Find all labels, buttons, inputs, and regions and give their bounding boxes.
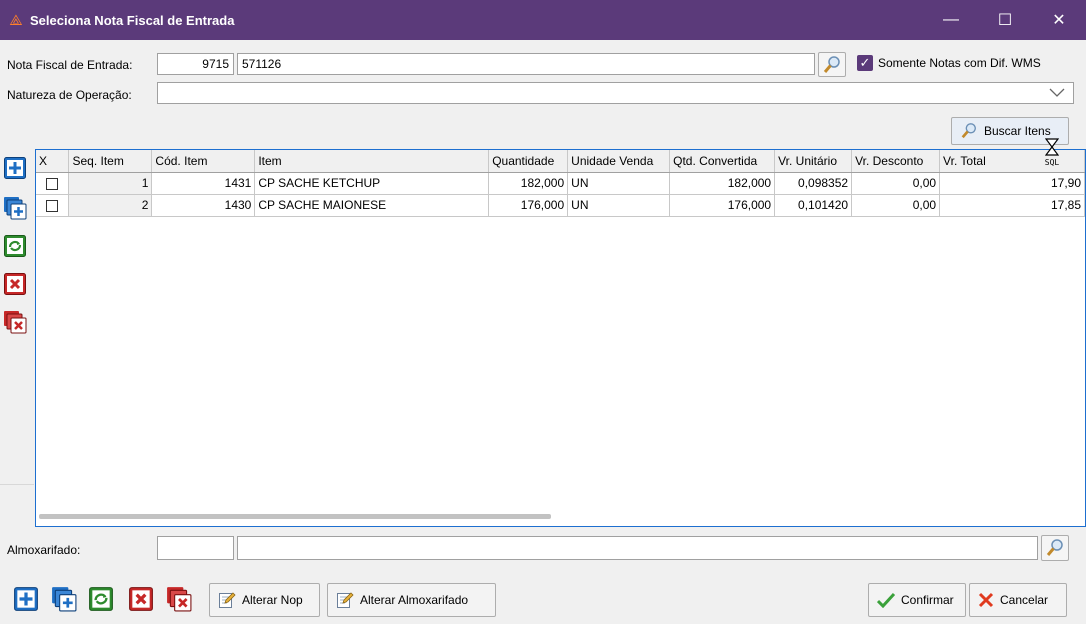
item-cell: CP SACHE KETCHUP: [254, 172, 490, 195]
col-header-cod-item[interactable]: Cód. Item: [151, 150, 256, 173]
checkmark-icon: ✓: [859, 55, 871, 70]
row-select-checkbox[interactable]: [46, 199, 59, 212]
add-multiple-icon[interactable]: [51, 586, 77, 612]
minimize-button[interactable]: —: [924, 0, 978, 40]
cod-item-cell: 1431: [151, 172, 256, 195]
horizontal-scrollbar[interactable]: [39, 514, 551, 519]
alterar-nop-label: Alterar Nop: [242, 593, 303, 607]
nota-search-button[interactable]: [818, 52, 846, 77]
somente-label: Somente Notas com Dif. WMS: [878, 56, 1041, 70]
cancelar-button[interactable]: Cancelar: [969, 583, 1067, 617]
cancel-x-icon: [978, 592, 994, 608]
delete-item-icon[interactable]: [128, 586, 154, 612]
add-item-icon[interactable]: [13, 586, 39, 612]
maximize-icon: ☐: [997, 12, 1013, 29]
items-table: X Seq. Item Cód. Item Item Quantidade Un…: [36, 150, 1085, 217]
confirmar-button[interactable]: Confirmar: [868, 583, 966, 617]
window-title: Seleciona Nota Fiscal de Entrada: [30, 12, 235, 28]
vr-unitario-cell: 0,098352: [774, 172, 853, 195]
somente-checkbox[interactable]: ✓: [857, 55, 873, 71]
table-row[interactable]: 1 1431 CP SACHE KETCHUP 182,000 UN 182,0…: [36, 172, 1085, 195]
edit-icon: [219, 592, 236, 608]
minimize-icon: —: [943, 11, 959, 28]
unidade-cell: UN: [567, 172, 671, 195]
qtd-convertida-cell: 176,000: [669, 194, 776, 217]
nota-number-field[interactable]: 9715: [157, 53, 234, 75]
items-grid[interactable]: X Seq. Item Cód. Item Item Quantidade Un…: [35, 149, 1086, 527]
search-icon: [823, 55, 840, 73]
app-logo-icon: ⟁: [9, 11, 23, 29]
search-icon: [1046, 539, 1063, 556]
edit-icon: [337, 592, 354, 608]
alterar-nop-button[interactable]: Alterar Nop: [209, 583, 320, 617]
checkmark-icon: [877, 592, 895, 608]
vr-unitario-cell: 0,101420: [774, 194, 853, 217]
cancelar-label: Cancelar: [1000, 593, 1049, 607]
alterar-almoxarifado-label: Alterar Almoxarifado: [360, 593, 469, 607]
delete-item-icon[interactable]: [3, 272, 27, 296]
col-header-vr-unitario[interactable]: Vr. Unitário: [774, 150, 853, 173]
sql-wait-cursor-icon: SQL: [1041, 138, 1063, 172]
nota-series-field[interactable]: 571126: [237, 53, 815, 75]
maximize-button[interactable]: ☐: [978, 0, 1032, 40]
close-icon: ✕: [1052, 12, 1066, 29]
toolbar-separator: [0, 484, 34, 485]
refresh-icon[interactable]: [3, 234, 27, 258]
add-item-icon[interactable]: [3, 156, 27, 180]
vr-total-cell: 17,85: [939, 194, 1085, 217]
add-multiple-icon[interactable]: [3, 196, 27, 220]
refresh-icon[interactable]: [88, 586, 114, 612]
table-row[interactable]: 2 1430 CP SACHE MAIONESE 176,000 UN 176,…: [36, 194, 1085, 217]
row-select-checkbox[interactable]: [46, 177, 59, 190]
buscar-itens-label: Buscar Itens: [984, 124, 1051, 138]
qtd-convertida-cell: 182,000: [669, 172, 776, 195]
almoxarifado-name-field[interactable]: [237, 536, 1038, 560]
almoxarifado-search-button[interactable]: [1041, 535, 1069, 561]
nota-fiscal-label: Nota Fiscal de Entrada:: [7, 58, 133, 72]
cod-item-cell: 1430: [151, 194, 256, 217]
delete-multiple-icon[interactable]: [3, 310, 27, 334]
item-cell: CP SACHE MAIONESE: [254, 194, 490, 217]
alterar-almoxarifado-button[interactable]: Alterar Almoxarifado: [327, 583, 496, 617]
delete-multiple-icon[interactable]: [166, 586, 192, 612]
col-header-item[interactable]: Item: [254, 150, 490, 173]
chevron-down-icon[interactable]: [1049, 88, 1065, 98]
almoxarifado-code-field[interactable]: [157, 536, 234, 560]
quantidade-cell: 176,000: [488, 194, 569, 217]
col-header-qtd-convertida[interactable]: Qtd. Convertida: [669, 150, 776, 173]
seq-item-cell: 1: [68, 172, 153, 195]
col-header-unidade-venda[interactable]: Unidade Venda: [567, 150, 671, 173]
close-window-button[interactable]: ✕: [1032, 0, 1086, 40]
grid-header-row: X Seq. Item Cód. Item Item Quantidade Un…: [36, 150, 1085, 173]
natureza-select[interactable]: [157, 82, 1074, 104]
seq-item-cell: 2: [68, 194, 153, 217]
col-header-x[interactable]: X: [36, 150, 70, 173]
col-header-vr-desconto[interactable]: Vr. Desconto: [851, 150, 941, 173]
confirmar-label: Confirmar: [901, 593, 954, 607]
vr-total-cell: 17,90: [939, 172, 1085, 195]
vr-desconto-cell: 0,00: [851, 194, 941, 217]
search-icon: [961, 123, 976, 139]
col-header-quantidade[interactable]: Quantidade: [488, 150, 569, 173]
sql-label: SQL: [1044, 158, 1060, 167]
natureza-label: Natureza de Operação:: [7, 88, 132, 102]
title-bar: ⟁ Seleciona Nota Fiscal de Entrada — ☐ ✕: [0, 0, 1086, 40]
col-header-seq-item[interactable]: Seq. Item: [68, 150, 153, 173]
almoxarifado-label: Almoxarifado:: [7, 543, 81, 557]
unidade-cell: UN: [567, 194, 671, 217]
vr-desconto-cell: 0,00: [851, 172, 941, 195]
quantidade-cell: 182,000: [488, 172, 569, 195]
